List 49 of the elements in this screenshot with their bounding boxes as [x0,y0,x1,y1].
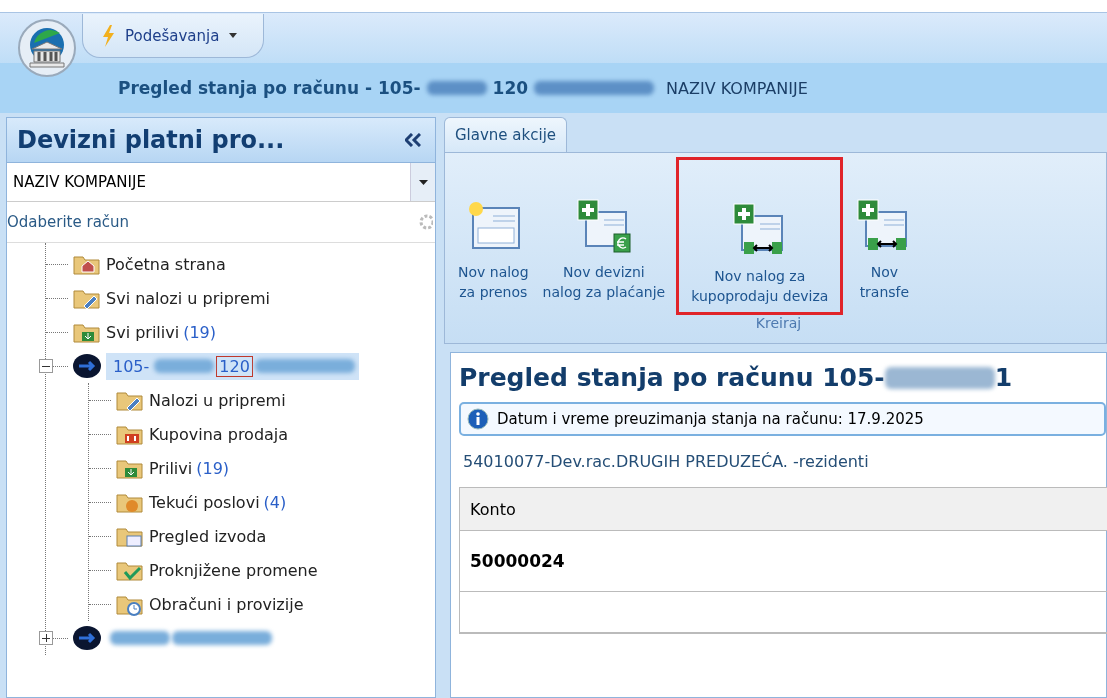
expand-toggle[interactable] [39,631,53,645]
redacted-text [110,631,170,645]
tree-item[interactable]: Nalozi u pripremi [149,390,286,410]
company-dropdown[interactable]: NAZIV KOMPANIJE [7,163,435,202]
info-text: Datum i vreme preuzimanja stanja na računu: 17.9.2025 [497,410,924,428]
page-heading: Pregled stanja po računu 105- [459,363,885,392]
tree-item[interactable]: Svi prilivi [106,322,180,342]
settings-menu-button[interactable]: Podešavanja [82,14,265,58]
info-icon [467,408,489,430]
tree-item[interactable]: Tekući poslovi [149,492,260,512]
panel-title: Devizni platni pro... [17,126,285,154]
page-heading-tail: 1 [994,363,1013,392]
group-label: Kreiraj [755,315,802,331]
ribbon-button[interactable]: Nov devizni nalog za plaćanje [535,153,673,315]
item-count: (19) [183,322,216,342]
window-title: Pregled stanja po računu - [118,78,372,98]
collapse-toggle[interactable] [39,359,53,373]
collapse-panel-icon[interactable] [405,133,421,147]
tree-item[interactable]: Kupovina prodaja [149,424,289,444]
column-header: Konto [470,499,516,519]
account-icon [72,353,102,379]
item-count: (4) [263,492,287,512]
item-count: (19) [196,458,230,478]
ribbon-button[interactable]: Nov nalog za prenos [451,153,536,315]
redacted-text [154,359,215,373]
app-menu-button[interactable] [18,19,76,77]
ribbon-tab[interactable]: Glavne akcije [444,117,568,152]
redacted-text [426,81,487,95]
ribbon-button[interactable]: Nov transfe [847,153,922,315]
caret-icon [418,179,428,185]
company-name: NAZIV KOMPANIJE [666,78,808,98]
tree-item[interactable]: Obračuni i provizije [149,594,304,614]
account-node[interactable]: 105- 120 [106,352,359,380]
section-label: Odaberite račun [7,213,130,231]
account-number-prefix: 105- [378,78,421,98]
tree-item[interactable]: Početna strana [106,254,226,274]
tree-item[interactable]: Proknjižene promene [149,560,318,580]
tree-item[interactable]: Pregled izvoda [149,526,267,546]
caret-icon [229,33,238,38]
tree-item[interactable]: Prilivi [149,458,193,478]
account-number-part: 120 [216,355,253,377]
lightning-icon [101,24,115,47]
ribbon-button[interactable]: Nov nalog za kupoprodaju deviza [676,157,844,315]
tree-item[interactable]: Svi nalozi u pripremi [106,288,270,308]
account-number-prefix: 105- [112,355,151,377]
account-number-part: 120 [492,78,529,98]
account-type: 54010077-Dev.rac.DRUGIH PREDUZEĆA. -rezidenti [462,451,870,473]
account-icon [72,625,102,651]
table-cell: 50000024 [470,551,565,571]
